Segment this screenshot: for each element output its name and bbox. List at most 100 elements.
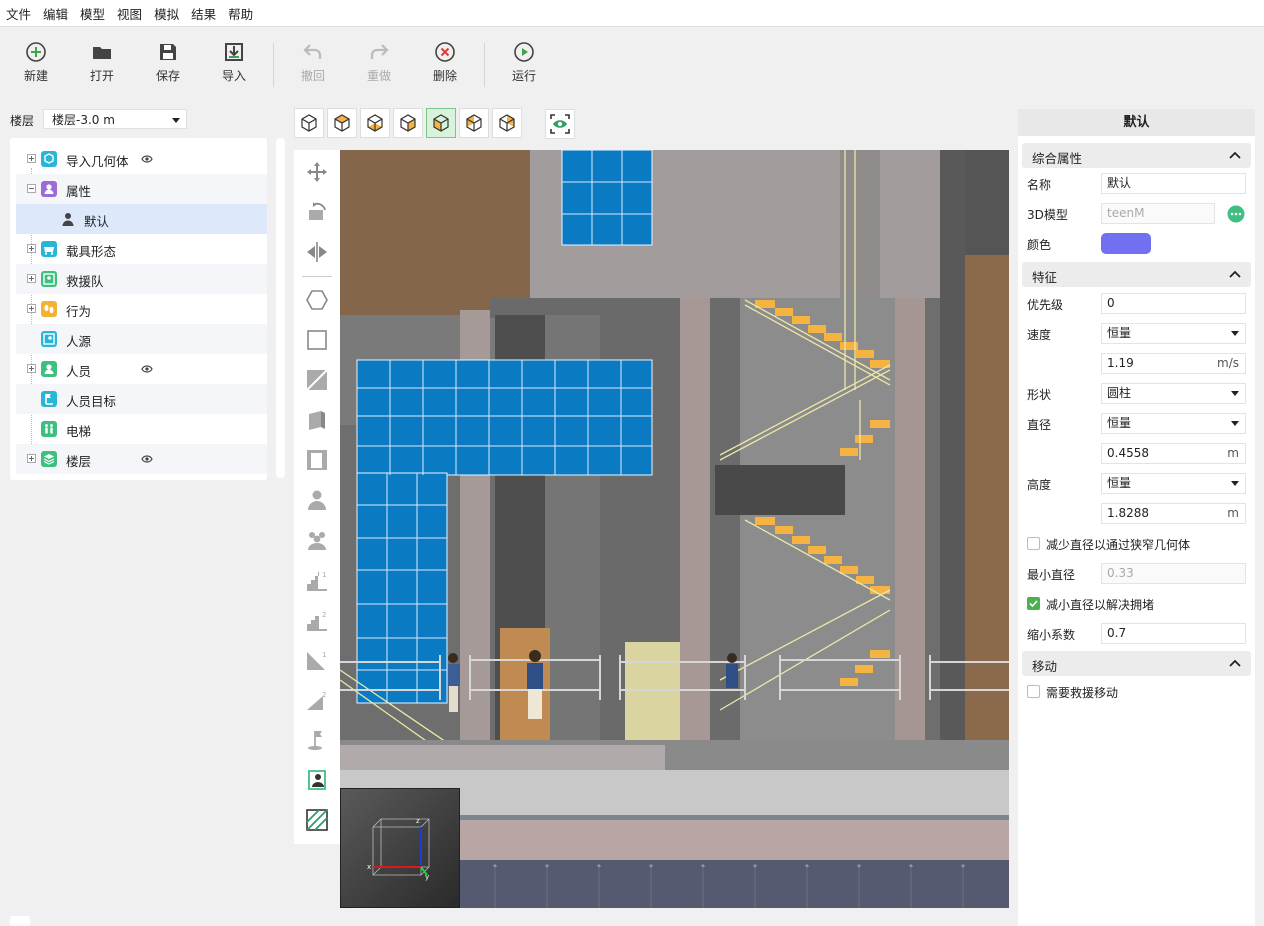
tree-item-elevator[interactable]: 电梯 — [16, 414, 267, 444]
tree-item-behavior[interactable]: 行为 — [16, 294, 267, 324]
view-left-button[interactable] — [459, 108, 489, 138]
height-row: 高度 恒量 — [1027, 473, 1247, 495]
person-icon — [61, 211, 77, 227]
shape-select[interactable]: 圆柱 — [1101, 383, 1246, 404]
speed-mode-select[interactable]: 恒量 — [1101, 323, 1246, 344]
section-general-header[interactable]: 综合属性 — [1022, 143, 1251, 168]
door-tool[interactable] — [303, 446, 331, 474]
priority-input[interactable]: 0 — [1101, 293, 1246, 314]
run-button[interactable]: 运行 — [494, 41, 554, 84]
speed-input[interactable]: 1.19 m/s — [1101, 353, 1246, 374]
section-movement-title: 移动 — [1032, 659, 1058, 674]
stair-tool-2[interactable]: 2 — [303, 606, 331, 634]
rectangle-tool[interactable] — [303, 326, 331, 354]
expand-icon[interactable] — [27, 454, 36, 463]
focus-view-button[interactable] — [545, 109, 575, 139]
floor-select[interactable]: 楼层-3.0 m — [43, 109, 187, 129]
wall-tool[interactable] — [303, 406, 331, 434]
floor-select-value: 楼层-3.0 m — [52, 113, 115, 127]
menu-edit[interactable]: 编辑 — [37, 4, 74, 23]
model-input[interactable]: teenM — [1101, 203, 1215, 224]
new-button[interactable]: 新建 — [6, 41, 66, 84]
tree-scrollbar[interactable] — [276, 138, 285, 478]
hatch-tool[interactable] — [303, 806, 331, 834]
open-button[interactable]: 打开 — [72, 41, 132, 84]
import-button[interactable]: 导入 — [204, 41, 264, 84]
tree-item-rescue-team[interactable]: 救援队 — [16, 264, 267, 294]
view-3d-button[interactable] — [294, 108, 324, 138]
save-button[interactable]: 保存 — [138, 41, 198, 84]
delete-button[interactable]: 删除 — [415, 41, 475, 84]
expand-icon[interactable] — [27, 274, 36, 283]
tree-item-geometry[interactable]: 导入几何体 — [16, 144, 267, 174]
undo-button[interactable]: 撤回 — [283, 41, 343, 84]
model-tree: 导入几何体 属性 默认 载具形态 救援队 行为 人源 人员 人员目标 电梯 楼层 — [10, 138, 267, 480]
shrink-input[interactable]: 0.7 — [1101, 623, 1246, 644]
stair-tool-1[interactable]: 1 — [303, 566, 331, 594]
view-top-button[interactable] — [327, 108, 357, 138]
view-front-button[interactable] — [393, 108, 423, 138]
flag-icon — [308, 731, 322, 750]
eye-icon[interactable] — [141, 153, 153, 167]
elevator-icon — [41, 421, 57, 437]
ramp-tool-1[interactable]: 1 — [303, 646, 331, 674]
eye-icon[interactable] — [141, 363, 153, 377]
view-bottom-button[interactable] — [360, 108, 390, 138]
tree-item-default-profile[interactable]: 默认 — [16, 204, 267, 234]
tree-item-occupant-source[interactable]: 人源 — [16, 324, 267, 354]
redo-button[interactable]: 重做 — [349, 41, 409, 84]
speed-mode-value: 恒量 — [1107, 326, 1132, 340]
need-rescue-checkbox[interactable] — [1027, 685, 1040, 698]
axis-gizmo[interactable]: z x y — [340, 788, 460, 908]
expand-icon[interactable] — [27, 244, 36, 253]
view-back-button[interactable] — [426, 108, 456, 138]
view-right-button[interactable] — [492, 108, 522, 138]
min-diameter-input[interactable]: 0.33 — [1101, 563, 1246, 584]
section-features-header[interactable]: 特征 — [1022, 262, 1251, 287]
menu-simulate[interactable]: 模拟 — [148, 4, 185, 23]
reduce-narrow-checkbox[interactable] — [1027, 537, 1040, 550]
expand-icon[interactable] — [27, 154, 36, 163]
expand-icon[interactable] — [27, 304, 36, 313]
tree-item-occupants[interactable]: 人员 — [16, 354, 267, 384]
height-mode-select[interactable]: 恒量 — [1101, 473, 1246, 494]
tree-item-label: 救援队 — [66, 274, 104, 289]
drawing-tools: 1 2 1 2 — [294, 150, 340, 844]
menu-file[interactable]: 文件 — [0, 4, 37, 23]
collapse-icon[interactable] — [27, 184, 36, 193]
door-icon — [307, 450, 327, 470]
height-input[interactable]: 1.8288 m — [1101, 503, 1246, 524]
move-tool[interactable] — [303, 158, 331, 186]
diameter-mode-select[interactable]: 恒量 — [1101, 413, 1246, 434]
source-tool[interactable] — [303, 766, 331, 794]
section-movement-header[interactable]: 移动 — [1022, 651, 1251, 676]
rotate-tool[interactable] — [303, 198, 331, 226]
polygon-tool[interactable] — [303, 286, 331, 314]
menu-view[interactable]: 视图 — [111, 4, 148, 23]
menu-results[interactable]: 结果 — [185, 4, 222, 23]
svg-text:1: 1 — [322, 651, 326, 659]
color-swatch[interactable] — [1101, 233, 1151, 254]
tree-item-profiles[interactable]: 属性 — [16, 174, 267, 204]
occupant-tool[interactable] — [303, 486, 331, 514]
expand-icon[interactable] — [27, 364, 36, 373]
name-input[interactable]: 默认 — [1101, 173, 1246, 194]
eye-icon[interactable] — [141, 453, 153, 467]
diameter-input[interactable]: 0.4558 m — [1101, 443, 1246, 464]
menu-help[interactable]: 帮助 — [222, 4, 259, 23]
status-tab[interactable] — [10, 916, 30, 926]
more-options-icon[interactable] — [1227, 205, 1245, 223]
menu-model[interactable]: 模型 — [74, 4, 111, 23]
ramp-tool-2[interactable]: 2 — [303, 686, 331, 714]
reduce-congestion-checkbox[interactable] — [1027, 597, 1040, 610]
target-tool[interactable] — [303, 726, 331, 754]
cube-bottom-icon — [367, 114, 383, 132]
mirror-tool[interactable] — [303, 238, 331, 266]
group-tool[interactable] — [303, 526, 331, 554]
tree-item-occupant-target[interactable]: 人员目标 — [16, 384, 267, 414]
save-icon — [160, 44, 176, 60]
tree-item-floors[interactable]: 楼层 — [16, 444, 267, 474]
diameter-label: 直径 — [1027, 418, 1052, 432]
tree-item-vehicle[interactable]: 载具形态 — [16, 234, 267, 264]
slab-tool[interactable] — [303, 366, 331, 394]
